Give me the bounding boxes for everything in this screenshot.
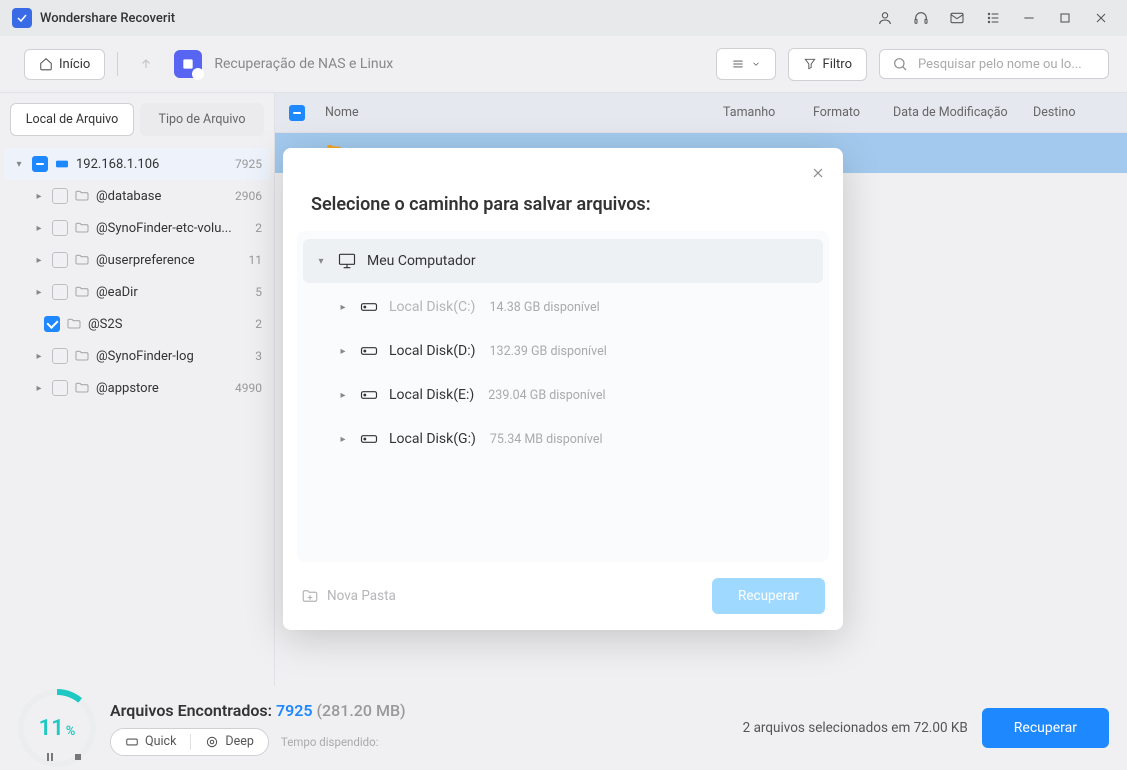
new-folder-label: Nova Pasta — [327, 588, 396, 604]
drive-icon — [359, 297, 379, 317]
disk-label: Local Disk(D:) — [389, 343, 476, 359]
my-computer-item[interactable]: ▾ Meu Computador — [303, 239, 823, 283]
disk-available: 132.39 GB disponível — [490, 344, 607, 359]
new-folder-button[interactable]: Nova Pasta — [301, 587, 396, 605]
disk-label: Meu Computador — [367, 253, 476, 269]
drive-icon — [359, 429, 379, 449]
caret-icon[interactable]: ▸ — [337, 390, 349, 401]
caret-icon[interactable]: ▸ — [337, 434, 349, 445]
caret-icon[interactable]: ▾ — [315, 256, 327, 267]
disk-available: 75.34 MB disponível — [490, 432, 603, 447]
dialog-title: Selecione o caminho para salvar arquivos… — [283, 148, 843, 231]
disk-item[interactable]: ▸ Local Disk(G:) 75.34 MB disponível — [297, 417, 829, 461]
disk-label: Local Disk(C:) — [389, 299, 475, 315]
disk-label: Local Disk(G:) — [389, 431, 476, 447]
caret-icon[interactable]: ▸ — [337, 302, 349, 313]
disk-item[interactable]: ▸ Local Disk(E:) 239.04 GB disponível — [297, 373, 829, 417]
drive-icon — [359, 341, 379, 361]
drive-icon — [359, 385, 379, 405]
dialog-recover-button[interactable]: Recuperar — [712, 578, 825, 614]
disk-available: 239.04 GB disponível — [488, 388, 605, 403]
disk-label: Local Disk(E:) — [389, 387, 474, 403]
caret-icon[interactable]: ▸ — [337, 346, 349, 357]
disk-available: 14.38 GB disponível — [489, 300, 599, 315]
save-path-dialog: Selecione o caminho para salvar arquivos… — [283, 148, 843, 630]
disk-item: ▸ Local Disk(C:) 14.38 GB disponível — [297, 285, 829, 329]
disk-list: ▾ Meu Computador ▸ Local Disk(C:) 14.38 GB… — [297, 231, 829, 562]
disk-item[interactable]: ▸ Local Disk(D:) 132.39 GB disponível — [297, 329, 829, 373]
computer-icon — [337, 251, 357, 271]
close-icon[interactable] — [807, 162, 829, 184]
